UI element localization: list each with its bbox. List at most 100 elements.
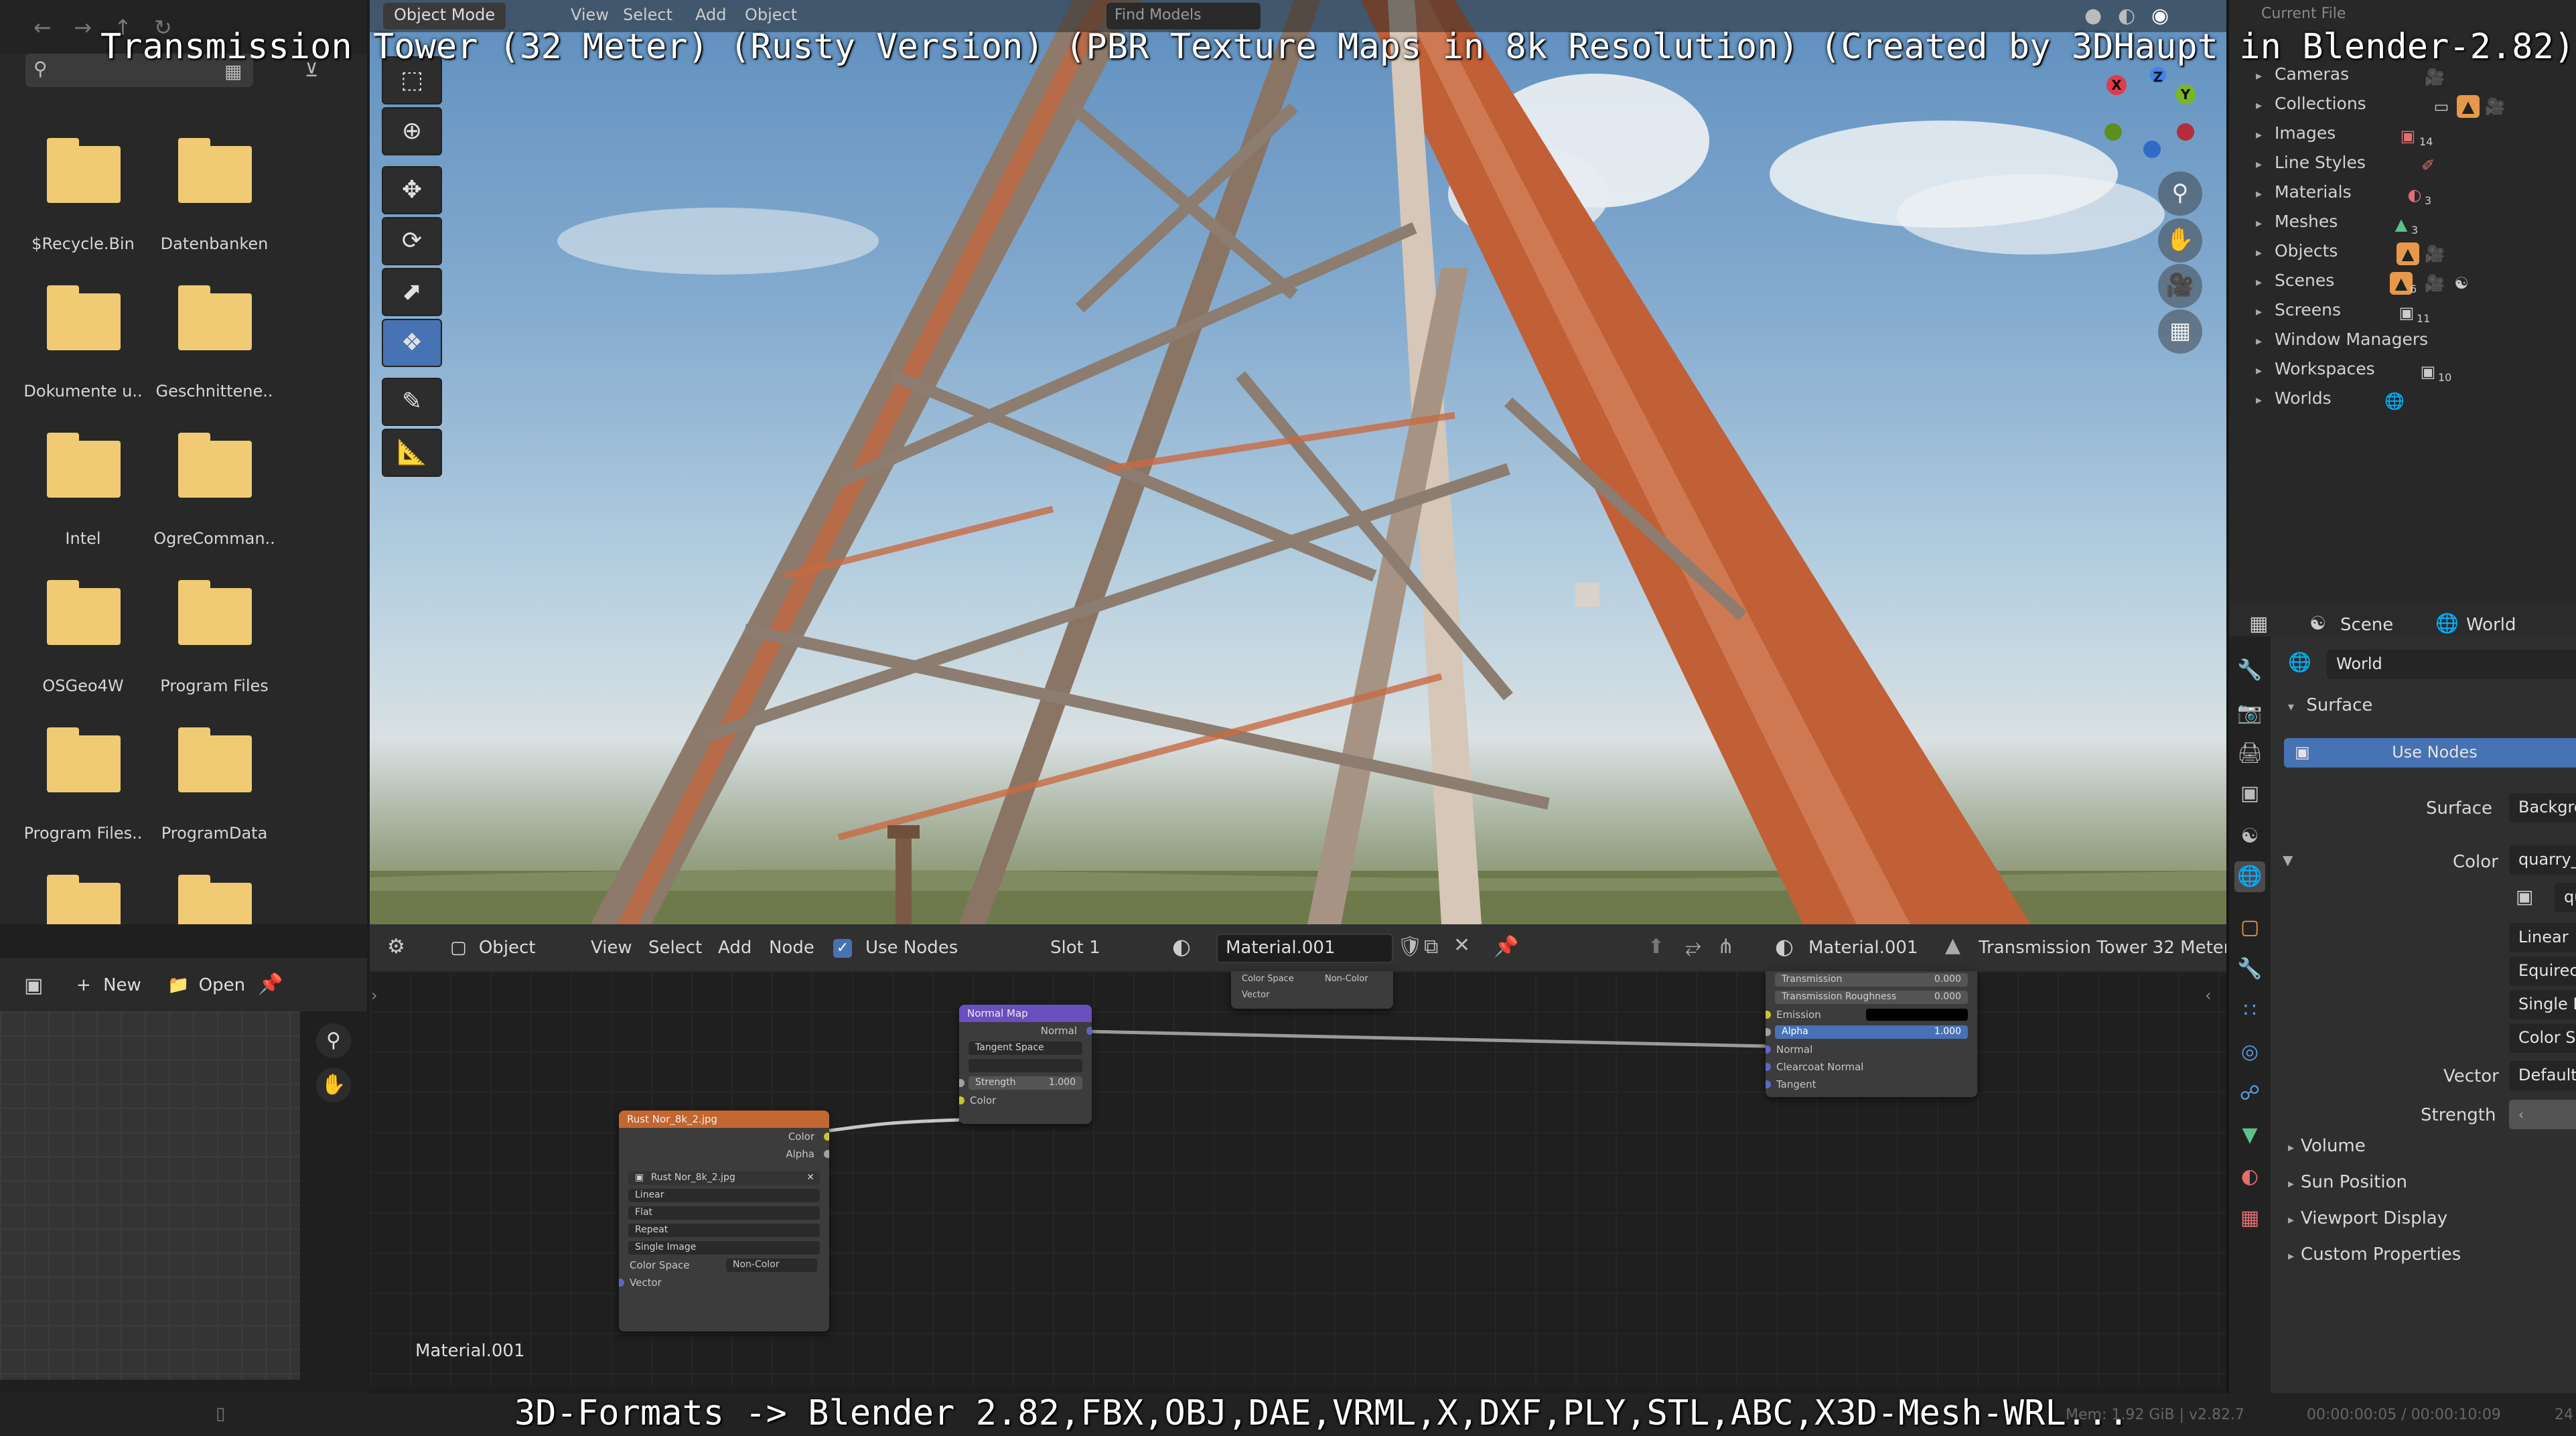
- material-sphere-icon[interactable]: ◐: [1172, 934, 1191, 959]
- snap-icon[interactable]: ⥂: [1685, 935, 1701, 958]
- node-editor-canvas[interactable]: Color Space Non-Color Vector Normal Map …: [370, 971, 2226, 1386]
- hand-pan-icon[interactable]: ✋: [2158, 218, 2202, 263]
- parent-node-tree-icon[interactable]: ⬆: [1648, 935, 1664, 958]
- surface-shader-field[interactable]: Backgro: [2509, 793, 2576, 822]
- axis-z-icon[interactable]: Z: [2150, 67, 2166, 85]
- folder-item[interactable]: Program Files..: [16, 715, 150, 863]
- input-socket[interactable]: [1766, 1063, 1771, 1071]
- input-socket[interactable]: [959, 1096, 964, 1104]
- source-dropdown[interactable]: Single I: [2509, 990, 2576, 1019]
- extension-dropdown[interactable]: Repeat: [628, 1224, 820, 1237]
- select-menu[interactable]: Select: [648, 938, 702, 958]
- output-tab-icon[interactable]: 🖨: [2234, 738, 2265, 769]
- grid-perspective-icon[interactable]: ▦: [2158, 309, 2202, 354]
- folder-item[interactable]: $Recycle.Bin: [16, 126, 150, 273]
- outliner-item-materials[interactable]: ▸ Materials ◐ 3: [2256, 182, 2431, 209]
- color-space-dropdown[interactable]: Color Sp: [2509, 1023, 2576, 1053]
- expand-icon[interactable]: ▸: [2256, 98, 2275, 113]
- shading-material-icon[interactable]: ◐: [2118, 4, 2135, 27]
- object-mode-dropdown[interactable]: Object Mode: [383, 3, 506, 29]
- material-right-label[interactable]: Material.001: [1808, 938, 1918, 958]
- measure-icon[interactable]: 📐: [382, 429, 442, 477]
- outliner-item-scenes[interactable]: ▸ Scenes ▲ 6 🎥 ☯: [2256, 271, 2469, 297]
- object-tab-icon[interactable]: ▢: [2234, 912, 2265, 943]
- toolbar-toggle-icon[interactable]: ›: [371, 986, 378, 1005]
- image-browse-icon[interactable]: ▣: [2516, 885, 2533, 908]
- zoom-icon[interactable]: ⚲: [316, 1023, 351, 1058]
- material-name-field[interactable]: Material.001: [1216, 934, 1393, 963]
- texture-tab-icon[interactable]: ▦: [2234, 1203, 2265, 1234]
- input-socket[interactable]: [1766, 1080, 1771, 1088]
- expand-icon[interactable]: ▸: [2256, 216, 2275, 230]
- outliner-item-images[interactable]: ▸ Images ▣ 14: [2256, 123, 2433, 150]
- input-socket[interactable]: [1766, 1011, 1771, 1019]
- folder-item[interactable]: Dokumente u..: [16, 273, 150, 421]
- expand-icon[interactable]: ▸: [2256, 393, 2275, 407]
- input-socket[interactable]: [1766, 1028, 1771, 1036]
- 3d-viewport[interactable]: [370, 0, 2226, 924]
- use-nodes-checkbox[interactable]: ✓: [833, 939, 852, 958]
- expand-icon[interactable]: ▸: [2256, 364, 2275, 378]
- expand-icon[interactable]: ▸: [2256, 187, 2275, 201]
- folder-item[interactable]: OSGeo4W: [16, 568, 150, 715]
- use-nodes-button[interactable]: ▣ Use Nodes: [2284, 738, 2576, 768]
- folder-item[interactable]: Program Files: [147, 568, 281, 715]
- interpolation-dropdown[interactable]: Linear: [2509, 923, 2576, 952]
- output-socket[interactable]: [824, 1133, 829, 1141]
- expand-icon[interactable]: ▸: [2256, 69, 2275, 83]
- principled-bsdf-node[interactable]: Transmission 0.000 Transmission Roughness…: [1766, 971, 1977, 1097]
- world-datablock-icon[interactable]: 🌐: [2288, 651, 2311, 673]
- world-name-field[interactable]: World: [2327, 650, 2576, 679]
- image-editor-canvas[interactable]: [0, 1011, 300, 1380]
- cursor-icon[interactable]: ⊕: [382, 107, 442, 155]
- outliner-item-objects[interactable]: ▸ Objects ▲ 🎥: [2256, 241, 2445, 268]
- close-icon[interactable]: ✕: [806, 1172, 814, 1183]
- axis-neg-z-icon[interactable]: [2143, 141, 2161, 158]
- annotate-icon[interactable]: ✎: [382, 378, 442, 426]
- color-space-value[interactable]: Non-Color: [1325, 974, 1368, 984]
- scene-tab-icon[interactable]: ☯: [2234, 821, 2265, 852]
- particles-tab-icon[interactable]: ∷: [2234, 995, 2265, 1026]
- forward-arrow-icon[interactable]: →: [74, 15, 92, 40]
- modifier-tab-icon[interactable]: 🔧: [2234, 954, 2265, 985]
- constraints-tab-icon[interactable]: ☍: [2234, 1078, 2265, 1109]
- shading-rendered-icon[interactable]: ◉: [2151, 4, 2169, 27]
- viewport-display-panel-header[interactable]: ▸ Viewport Display: [2288, 1208, 2447, 1228]
- open-image-button[interactable]: 📁 Open: [158, 971, 255, 1001]
- view-menu[interactable]: View: [591, 938, 632, 958]
- outliner-item-workspaces[interactable]: ▸ Workspaces ▣ 10: [2256, 359, 2451, 386]
- image-name-field[interactable]: qu: [2555, 883, 2576, 912]
- folder-item[interactable]: Datenbanken: [147, 126, 281, 273]
- axis-y-icon[interactable]: Y: [2175, 84, 2196, 104]
- alpha-field[interactable]: Alpha 1.000: [1775, 1025, 1968, 1039]
- output-socket[interactable]: [1086, 1027, 1092, 1035]
- image-texture-node[interactable]: Rust Nor_8k_2.jpg Color Alpha ▣ Rust Nor…: [619, 1110, 829, 1332]
- color-input-field[interactable]: quarry_: [2509, 845, 2576, 875]
- new-image-button[interactable]: + New: [67, 971, 151, 1001]
- object-type-dropdown[interactable]: ▢ Object: [443, 934, 543, 963]
- emission-color-swatch[interactable]: [1866, 1009, 1968, 1021]
- find-models-field[interactable]: Find Models: [1106, 3, 1261, 29]
- outliner-item-worlds[interactable]: ▸ Worlds 🌐: [2256, 388, 2405, 415]
- image-selector[interactable]: ▣ Rust Nor_8k_2.jpg ✕: [628, 1171, 820, 1185]
- expand-icon[interactable]: ▸: [2256, 275, 2275, 289]
- transform-icon[interactable]: ❖: [382, 319, 442, 367]
- uv-map-field[interactable]: [969, 1059, 1082, 1072]
- output-socket[interactable]: [824, 1150, 829, 1158]
- add-menu[interactable]: Add: [718, 938, 752, 958]
- outliner-item-meshes[interactable]: ▸ Meshes ▲ 3: [2256, 212, 2418, 238]
- move-icon[interactable]: ✥: [382, 166, 442, 214]
- view-layer-tab-icon[interactable]: ▣: [2234, 778, 2265, 809]
- space-dropdown[interactable]: Tangent Space: [969, 1042, 1082, 1055]
- custom-properties-panel-header[interactable]: ▸ Custom Properties: [2288, 1244, 2461, 1265]
- surface-panel-header[interactable]: ▾ Surface: [2288, 695, 2372, 715]
- source-dropdown[interactable]: Single Image: [628, 1241, 820, 1254]
- sun-position-panel-header[interactable]: ▸ Sun Position: [2288, 1172, 2407, 1192]
- object-menu[interactable]: Object: [745, 5, 797, 24]
- strength-field[interactable]: Strength 1.000: [969, 1076, 1082, 1090]
- node-menu[interactable]: Node: [769, 938, 814, 958]
- world-tab-icon[interactable]: 🌐: [2234, 861, 2265, 892]
- tool-tab-icon[interactable]: 🔧: [2234, 655, 2265, 686]
- zoom-icon[interactable]: ⚲: [2158, 171, 2202, 216]
- navigation-gizmo[interactable]: X Y Z: [2090, 67, 2224, 167]
